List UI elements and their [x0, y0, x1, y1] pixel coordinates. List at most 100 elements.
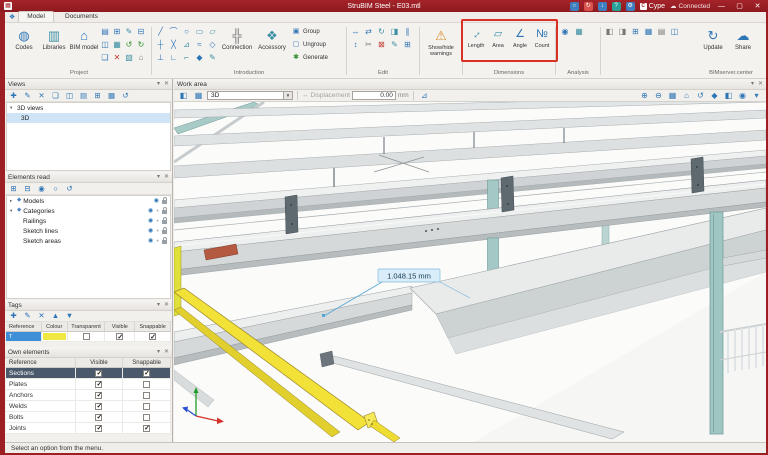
tag-reference-cell[interactable]: T — [6, 332, 42, 341]
solid-icon[interactable]: ◆ — [193, 51, 206, 64]
tree-item-sketch-lines[interactable]: Sketch lines ◉ ● — [7, 226, 170, 236]
tag-transparent-cell[interactable] — [68, 332, 106, 341]
tree-item-railings[interactable]: Railings ◉ ● — [7, 216, 170, 226]
generate-button[interactable]: ✱ Generate — [289, 51, 341, 64]
add-view-icon[interactable]: ✚ — [7, 90, 20, 101]
collapse-all-icon[interactable]: ⊟ — [21, 183, 34, 194]
expander-icon[interactable]: ▾ — [10, 105, 15, 111]
zoom-in-icon[interactable]: ⊕ — [638, 90, 651, 101]
views-group-row[interactable]: ▾ 3D views — [7, 103, 170, 113]
extend-icon[interactable]: ⊞ — [401, 38, 414, 51]
tree-item-models[interactable]: ▸ ◆ Models ◉ — [7, 196, 170, 206]
window-left-icon[interactable]: ◧ — [603, 25, 616, 38]
panel-close-icon[interactable]: ✕ — [164, 81, 169, 87]
visible-checkbox[interactable] — [95, 413, 103, 421]
maximize-button[interactable]: ▢ — [733, 2, 746, 10]
visible-checkbox[interactable] — [116, 333, 124, 341]
cype-logo[interactable]: C Cype — [639, 2, 665, 10]
job-data-icon[interactable]: ▤ — [99, 25, 111, 38]
triangle-icon[interactable]: ⊿ — [180, 38, 193, 51]
trim-icon[interactable]: ✂ — [362, 38, 375, 51]
window-grid-icon[interactable]: ⊞ — [629, 25, 642, 38]
snappable-checkbox[interactable] — [143, 413, 151, 421]
circle-icon[interactable]: ○ — [180, 25, 193, 38]
tree-item-sketch-areas[interactable]: Sketch areas ◉ ● — [7, 236, 170, 246]
tag-colour-cell[interactable] — [42, 332, 68, 341]
expand-all-icon[interactable]: ⊞ — [7, 183, 20, 194]
window-list-icon[interactable]: ▤ — [655, 25, 668, 38]
view-item-3d[interactable]: 3D — [7, 113, 170, 123]
copy-icon[interactable]: ⇄ — [362, 25, 375, 38]
arc-icon[interactable]: ⌒ — [167, 25, 180, 38]
duplicate-view-icon[interactable]: ❏ — [49, 90, 62, 101]
new-3d-view-icon[interactable]: ⊞ — [91, 90, 104, 101]
iso-view-icon[interactable]: ◆ — [708, 90, 721, 101]
undo-icon[interactable]: ↺ — [123, 38, 135, 51]
visibility-eye-icon[interactable]: ◉ — [148, 228, 153, 234]
search-icon[interactable]: ○ — [569, 1, 579, 11]
expander-icon[interactable]: ▾ — [10, 208, 15, 214]
perpendicular-icon[interactable]: ⊥ — [154, 51, 167, 64]
panel-close-icon[interactable]: ✕ — [164, 174, 169, 180]
refresh-elements-icon[interactable]: ↺ — [63, 183, 76, 194]
table-row-anchors[interactable]: Anchors — [6, 390, 171, 401]
tab-model[interactable]: Model — [18, 11, 54, 22]
polygon-icon[interactable]: ▱ — [206, 25, 219, 38]
modify-icon[interactable]: ✎ — [388, 38, 401, 51]
quick-access-icon[interactable]: ❖ — [9, 13, 15, 21]
update-button[interactable]: ↻ Update — [698, 25, 728, 52]
spline-icon[interactable]: ≈ — [193, 38, 206, 51]
table-row-joints[interactable]: Joints — [6, 423, 171, 434]
stretch-icon[interactable]: ↕ — [349, 38, 362, 51]
delete-tag-icon[interactable]: ✕ — [35, 311, 48, 322]
cross-icon[interactable]: ╳ — [167, 38, 180, 51]
intersection-icon[interactable]: ┼ — [154, 38, 167, 51]
downloads-icon[interactable]: ↓ — [597, 1, 607, 11]
visible-checkbox[interactable] — [95, 402, 103, 410]
accessory-button[interactable]: ❖ Accessory — [255, 25, 289, 52]
settings-icon[interactable]: ⚙ — [625, 1, 635, 11]
tab-documents[interactable]: Documents — [57, 12, 106, 22]
analysis-report-icon[interactable]: ▦ — [572, 25, 586, 39]
list-views-icon[interactable]: ▤ — [77, 90, 90, 101]
snappable-checkbox[interactable] — [143, 369, 151, 377]
panel-collapse-icon[interactable]: ▾ — [751, 81, 754, 87]
lock-icon[interactable] — [162, 197, 167, 204]
panel-close-icon[interactable]: ✕ — [758, 81, 763, 87]
lock-icon[interactable] — [162, 237, 167, 244]
snappable-checkbox[interactable] — [149, 333, 157, 341]
home-view-icon[interactable]: ⌂ — [680, 90, 693, 101]
tag-row[interactable]: T — [6, 332, 172, 342]
grid-views-icon[interactable]: ▦ — [105, 90, 118, 101]
snap-ball-icon[interactable]: ● — [156, 228, 159, 234]
connection-button[interactable]: ╬ Connection — [219, 25, 255, 52]
copy-job-icon[interactable]: ❏ — [99, 51, 111, 64]
count-button[interactable]: № Count — [531, 25, 553, 61]
codes-button[interactable]: ◍ Codes — [9, 25, 39, 52]
layers-icon[interactable]: ◫ — [99, 38, 111, 51]
snappable-checkbox[interactable] — [143, 391, 151, 399]
viewport-3d-scene[interactable]: 1.048.15 mm — [174, 102, 766, 442]
window-right-icon[interactable]: ◨ — [616, 25, 629, 38]
split-view-icon[interactable]: ◫ — [63, 90, 76, 101]
delete-icon[interactable]: ⊠ — [375, 38, 388, 51]
expander-icon[interactable]: ▸ — [10, 198, 15, 204]
zoom-out-icon[interactable]: ⊖ — [652, 90, 665, 101]
hide-all-icon[interactable]: ○ — [49, 183, 62, 194]
close-button[interactable]: ✕ — [751, 2, 764, 10]
window-tile-icon[interactable]: ▦ — [642, 25, 655, 38]
add-element-icon[interactable]: ⊞ — [111, 25, 123, 38]
panel-collapse-icon[interactable]: ▾ — [157, 81, 160, 87]
visibility-eye-icon[interactable]: ◉ — [154, 198, 159, 204]
help-icon[interactable]: ? — [611, 1, 621, 11]
sketch-icon[interactable]: ✎ — [206, 51, 219, 64]
view-options-icon[interactable]: ▾ — [750, 90, 763, 101]
snappable-checkbox[interactable] — [143, 402, 151, 410]
panel-collapse-icon[interactable]: ▾ — [157, 302, 160, 308]
updates-icon[interactable]: ↻ — [583, 1, 593, 11]
transparent-checkbox[interactable] — [82, 333, 90, 340]
tag-snappable-cell[interactable] — [135, 332, 172, 341]
mirror-icon[interactable]: ◨ — [388, 25, 401, 38]
show-hide-warnings-button[interactable]: ⚠ Show/hide warnings — [422, 25, 460, 58]
connection-status[interactable]: ☁ Connected — [670, 2, 710, 11]
